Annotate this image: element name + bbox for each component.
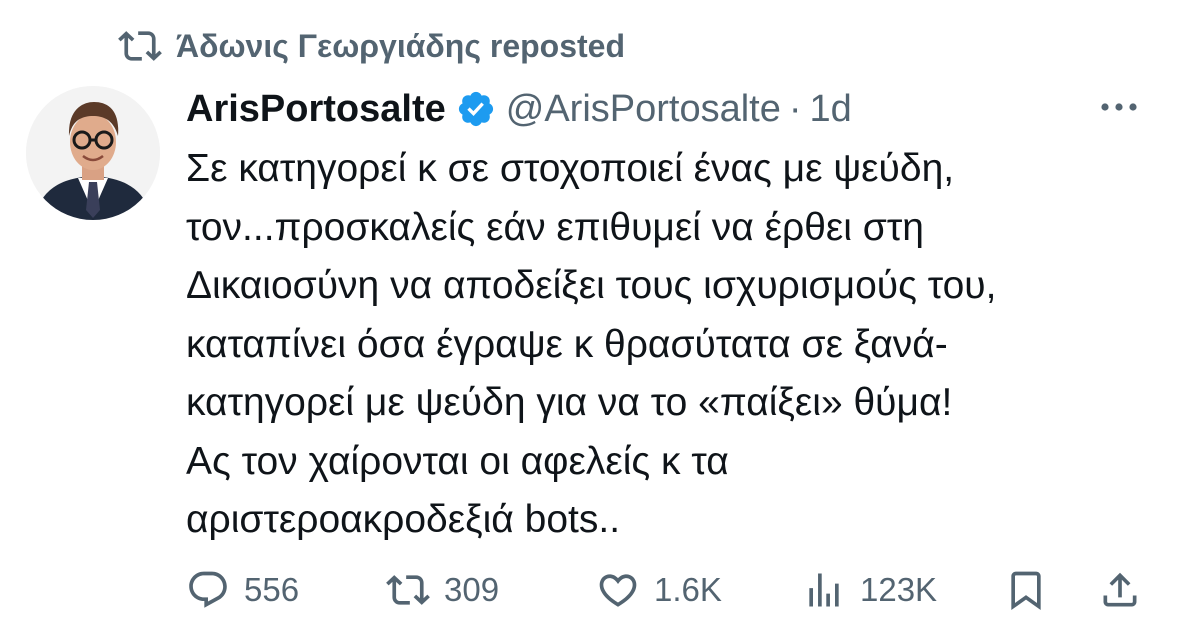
- like-button[interactable]: 1.6K: [596, 560, 722, 620]
- more-options-icon[interactable]: [1097, 92, 1141, 122]
- repost-icon: [386, 575, 430, 605]
- tweet-line: Ας τον χαίρονται οι αφελείς κ τα: [186, 439, 729, 483]
- tweet-line: αριστεροακροδεξιά bots..: [186, 498, 621, 541]
- views-count: 123K: [860, 571, 938, 608]
- tweet-line: καταπίνει όσα έγραψε κ θρασύτατα σε ξανά…: [186, 322, 948, 366]
- avatar-portrait: [26, 86, 160, 220]
- tweet-line: Δικαιοσύνη να αποδείξει τους ισχυρισμούς…: [186, 264, 997, 307]
- tweet-line: τον...προσκαλείς εάν επιθυμεί να έρθει σ…: [186, 205, 924, 249]
- reply-button[interactable]: 556: [186, 560, 299, 620]
- author-display-name[interactable]: ArisPortosalte: [186, 88, 446, 131]
- share-icon: [1103, 572, 1137, 607]
- reply-count: 556: [244, 571, 300, 608]
- verified-badge-icon: [458, 91, 493, 127]
- repost-count: 309: [444, 571, 500, 608]
- like-count: 1.6K: [654, 571, 722, 608]
- tweet-line: Σε κατηγορεί κ σε στοχοποιεί ένας με ψεύ…: [186, 147, 955, 190]
- share-button[interactable]: [1098, 560, 1142, 620]
- heart-icon: [599, 574, 637, 607]
- repost-label: Άδωνις Γεωργιάδης reposted: [176, 27, 625, 64]
- views-analytics-icon: [809, 573, 839, 607]
- repost-indicator[interactable]: Άδωνις Γεωργιάδης reposted: [118, 24, 625, 68]
- views-button[interactable]: 123K: [802, 560, 937, 620]
- bookmark-button[interactable]: [1004, 560, 1048, 620]
- tweet-line: κατηγορεί με ψεύδη για να το «παίξει» θύ…: [186, 381, 953, 424]
- repost-button[interactable]: 309: [386, 560, 499, 620]
- reply-icon: [189, 571, 227, 608]
- tweet-timestamp[interactable]: 1d: [810, 88, 852, 131]
- repost-icon: [118, 31, 162, 61]
- author-handle[interactable]: @ArisPortosalte: [506, 88, 781, 131]
- tweet-header: ArisPortosalte @ArisPortosalte · 1d: [186, 82, 852, 136]
- tweet-text: Σε κατηγορεί κ σε στοχοποιεί ένας με ψεύ…: [186, 140, 1146, 550]
- separator-dot: ·: [788, 87, 802, 130]
- avatar[interactable]: [26, 86, 160, 220]
- tweet-action-bar: 556 309 1.6K 123K: [186, 560, 1146, 620]
- bookmark-icon: [1011, 571, 1041, 611]
